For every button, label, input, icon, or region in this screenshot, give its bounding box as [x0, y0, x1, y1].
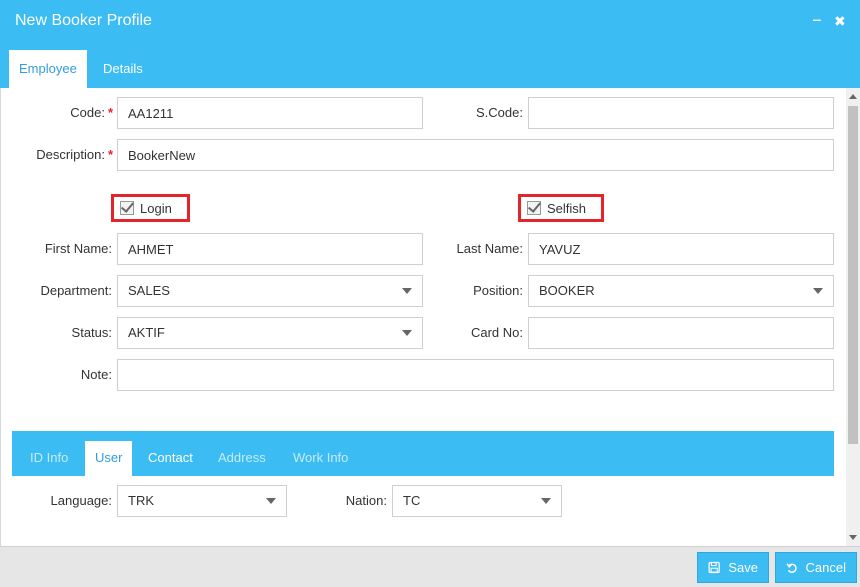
undo-icon — [786, 562, 797, 573]
vertical-scrollbar[interactable] — [846, 88, 860, 546]
scroll-thumb[interactable] — [848, 106, 858, 444]
minimize-icon[interactable]: ‒ — [813, 12, 821, 26]
status-label: Status: — [71, 325, 112, 340]
position-value: BOOKER — [539, 283, 595, 298]
form-content: Code:* S.Code: Description:* Login Selfi… — [0, 88, 860, 546]
subtab-user[interactable]: User — [85, 441, 133, 476]
subtab-contact[interactable]: Contact — [138, 441, 203, 476]
scode-label: S.Code: — [476, 105, 523, 120]
chevron-down-icon — [402, 330, 412, 336]
chevron-down-icon — [266, 498, 276, 504]
tab-details[interactable]: Details — [93, 50, 153, 88]
required-mark: * — [107, 105, 113, 120]
subtab-id-info[interactable]: ID Info — [20, 441, 78, 476]
subtab-address[interactable]: Address — [208, 441, 276, 476]
department-label: Department: — [40, 283, 112, 298]
selfish-checkbox-label: Selfish — [547, 200, 587, 216]
selfish-checkbox[interactable]: Selfish — [518, 194, 604, 222]
first-name-label: First Name: — [44, 241, 112, 256]
description-input[interactable] — [117, 139, 834, 171]
chevron-down-icon — [402, 288, 412, 294]
save-icon — [708, 561, 720, 574]
footer-bar: Save Cancel — [0, 546, 860, 587]
nation-label: Nation: — [345, 493, 387, 508]
window-title: New Booker Profile — [15, 12, 152, 29]
department-select[interactable]: SALES — [117, 275, 423, 307]
code-input[interactable] — [117, 97, 423, 129]
subtab-work-info[interactable]: Work Info — [283, 441, 358, 476]
chevron-down-icon — [541, 498, 551, 504]
checkbox-checked-icon — [527, 201, 541, 215]
last-name-input[interactable] — [528, 233, 834, 265]
scroll-up-icon[interactable] — [849, 94, 857, 99]
first-name-input[interactable] — [117, 233, 423, 265]
login-checkbox-label: Login — [140, 200, 172, 216]
subtab-bar: ID Info User Contact Address Work Info — [12, 431, 834, 476]
required-mark: * — [107, 147, 113, 162]
scode-input[interactable] — [528, 97, 834, 129]
tab-employee[interactable]: Employee — [9, 50, 87, 88]
login-checkbox[interactable]: Login — [111, 194, 190, 222]
status-select[interactable]: AKTIF — [117, 317, 423, 349]
code-label: Code: * — [70, 105, 113, 120]
card-no-label: Card No: — [470, 325, 523, 340]
language-select[interactable]: TRK — [117, 485, 287, 517]
description-label: Description: * — [36, 147, 113, 162]
nation-select[interactable]: TC — [392, 485, 562, 517]
position-select[interactable]: BOOKER — [528, 275, 834, 307]
cancel-button[interactable]: Cancel — [775, 552, 857, 583]
scroll-down-icon[interactable] — [849, 535, 857, 540]
save-button[interactable]: Save — [697, 552, 769, 583]
department-value: SALES — [128, 283, 170, 298]
note-label: Note: — [80, 367, 112, 382]
language-label: Language: — [50, 493, 112, 508]
cancel-button-label: Cancel — [805, 560, 846, 575]
save-button-label: Save — [728, 560, 758, 575]
last-name-label: Last Name: — [456, 241, 523, 256]
checkbox-checked-icon — [120, 201, 134, 215]
position-label: Position: — [473, 283, 523, 298]
chevron-down-icon — [813, 288, 823, 294]
status-value: AKTIF — [128, 325, 165, 340]
card-no-input[interactable] — [528, 317, 834, 349]
close-icon[interactable]: ✖ — [834, 14, 846, 28]
nation-value: TC — [403, 493, 421, 508]
note-input[interactable] — [117, 359, 834, 391]
title-bar: New Booker Profile ‒ ✖ Employee Details — [0, 0, 860, 88]
language-value: TRK — [128, 493, 154, 508]
